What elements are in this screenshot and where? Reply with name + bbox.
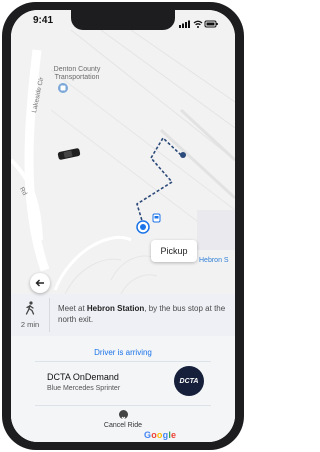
dcta-logo: DCTA — [174, 366, 204, 396]
ride-sheet: 2 min Meet at Hebron Station, by the bus… — [11, 294, 235, 442]
back-button[interactable] — [30, 273, 50, 293]
divider — [35, 405, 211, 406]
dcta-logo-text: DCTA — [179, 377, 199, 385]
divider — [49, 298, 50, 332]
poi-label: Denton County Transportation — [53, 66, 101, 81]
status-icons — [179, 16, 219, 28]
walk-station: Hebron Station — [86, 304, 145, 313]
transit-pin-icon — [58, 83, 68, 93]
walk-instructions: 2 min Meet at Hebron Station, by the bus… — [11, 294, 235, 336]
back-arrow-icon — [35, 279, 44, 287]
google-logo: Google — [144, 430, 177, 440]
vehicle-description: Blue Mercedes Sprinter — [47, 385, 121, 392]
station-label: Hebron S — [199, 257, 229, 264]
walk-text-before: Meet at — [58, 304, 87, 313]
app-screen: Denton County Transportation Lakeside Ci… — [11, 10, 235, 442]
walk-icon — [25, 301, 35, 315]
signal-icon — [179, 20, 190, 28]
phone-frame: Denton County Transportation Lakeside Ci… — [2, 2, 244, 450]
divider — [35, 361, 211, 362]
cancel-icon — [119, 410, 128, 421]
walk-minutes: 2 min — [20, 320, 40, 329]
status-time: 9:41 — [33, 15, 54, 26]
driver-status: Driver is arriving — [94, 348, 152, 357]
driver-status-row: Driver is arriving — [11, 342, 235, 358]
ride-card[interactable]: DCTA OnDemand Blue Mercedes Sprinter DCT… — [11, 364, 235, 402]
wifi-icon — [193, 20, 203, 28]
cancel-ride-label: Cancel Ride — [103, 422, 143, 429]
walk-summary: 2 min — [11, 294, 49, 336]
notch — [71, 10, 175, 30]
battery-icon — [204, 20, 218, 28]
pickup-callout[interactable]: Pickup — [151, 240, 197, 262]
walk-text: Meet at Hebron Station, by the bus stop … — [58, 303, 228, 325]
service-name: DCTA OnDemand — [47, 372, 119, 382]
